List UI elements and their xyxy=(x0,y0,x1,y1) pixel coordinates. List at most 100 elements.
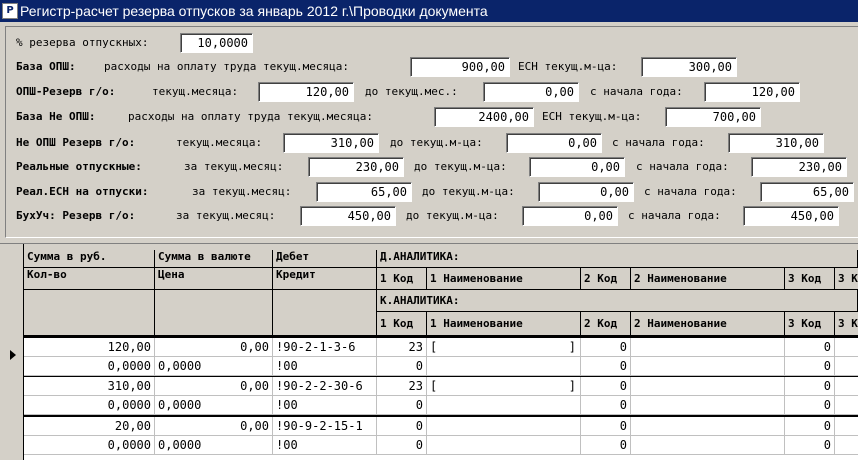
buh-reserve-current-field[interactable]: 450,00 xyxy=(300,206,396,226)
col-header-d-code1[interactable]: 1 Код xyxy=(377,268,427,290)
col-header-credit[interactable]: Кредит xyxy=(273,268,377,290)
postings-grid[interactable]: Сумма в руб. Сумма в валюте Дебет Д.АНАЛ… xyxy=(0,243,858,460)
col-header-sum-rub[interactable]: Сумма в руб. xyxy=(24,250,155,268)
col-header-qty[interactable]: Кол-во xyxy=(24,268,155,290)
cell-k-name1[interactable] xyxy=(427,436,581,455)
not-opsh-reserve-ytd-field[interactable]: 310,00 xyxy=(728,133,824,153)
col-header-d-analytics[interactable]: Д.АНАЛИТИКА: xyxy=(377,250,858,268)
col-header-k-code3[interactable]: 3 Код xyxy=(785,312,835,336)
not-opsh-reserve-prior-field[interactable]: 0,00 xyxy=(506,133,602,153)
cell-k-name1[interactable] xyxy=(427,396,581,415)
col-header-d-name2[interactable]: 2 Наименование xyxy=(631,268,785,290)
cell-sum-cur[interactable]: 0,00 xyxy=(155,417,273,436)
cell-d-code1[interactable]: 23 xyxy=(377,338,427,357)
real-vacation-prior-field[interactable]: 0,00 xyxy=(529,157,625,177)
cell-d-code1[interactable]: 0 xyxy=(377,417,427,436)
cell-qty[interactable]: 0,0000 xyxy=(24,396,155,415)
buh-reserve-prior-field[interactable]: 0,00 xyxy=(522,206,618,226)
col-header-d-name1[interactable]: 1 Наименование xyxy=(427,268,581,290)
base-opsh-labor-field[interactable]: 900,00 xyxy=(410,57,510,77)
cell-sum-cur[interactable]: 0,00 xyxy=(155,338,273,357)
cell-k-name2[interactable] xyxy=(631,357,785,376)
cell-k-code2[interactable]: 0 xyxy=(581,357,631,376)
cell-qty[interactable]: 0,0000 xyxy=(24,357,155,376)
cell-debit[interactable]: !90-2-2-30-6 xyxy=(273,377,377,396)
col-header-sum-cur[interactable]: Сумма в валюте xyxy=(155,250,273,268)
cell-k-code3-cut[interactable] xyxy=(835,436,858,455)
cell-debit[interactable]: !90-2-1-3-6 xyxy=(273,338,377,357)
cell-d-code1[interactable]: 23 xyxy=(377,377,427,396)
cell-k-code1[interactable]: 0 xyxy=(377,357,427,376)
cell-qty[interactable]: 0,0000 xyxy=(24,436,155,455)
col-header-k-analytics[interactable]: К.АНАЛИТИКА: xyxy=(377,290,858,312)
cell-sum-rub[interactable]: 20,00 xyxy=(24,417,155,436)
cell-k-name2[interactable] xyxy=(631,396,785,415)
opsh-reserve-current-field[interactable]: 120,00 xyxy=(258,82,354,102)
cell-d-name2[interactable] xyxy=(631,417,785,436)
base-not-opsh-labor-field[interactable]: 2400,00 xyxy=(434,107,534,127)
col-header-price[interactable]: Цена xyxy=(155,268,273,290)
base-not-opsh-esn-field[interactable]: 700,00 xyxy=(665,107,761,127)
col-header-d-code2[interactable]: 2 Код xyxy=(581,268,631,290)
cell-k-code3[interactable]: 0 xyxy=(785,436,835,455)
cell-d-code2[interactable]: 0 xyxy=(581,377,631,396)
real-vacation-current-field[interactable]: 230,00 xyxy=(308,157,404,177)
cell-credit[interactable]: !00 xyxy=(273,357,377,376)
cell-debit[interactable]: !90-9-2-15-1 xyxy=(273,417,377,436)
app-icon[interactable]: P xyxy=(2,3,18,19)
opsh-reserve-prior-field[interactable]: 0,00 xyxy=(483,82,579,102)
cell-price[interactable]: 0,0000 xyxy=(155,396,273,415)
cell-k-code3-cut[interactable] xyxy=(835,396,858,415)
reserve-pct-field[interactable]: 10,0000 xyxy=(180,33,253,53)
base-opsh-esn-field[interactable]: 300,00 xyxy=(641,57,737,77)
col-header-k-name2[interactable]: 2 Наименование xyxy=(631,312,785,336)
cell-d-code3[interactable]: 0 xyxy=(785,377,835,396)
cell-k-code3-cut[interactable] xyxy=(835,357,858,376)
real-esn-prior-field[interactable]: 0,00 xyxy=(538,182,634,202)
cell-k-code3[interactable]: 0 xyxy=(785,357,835,376)
cell-k-name2[interactable] xyxy=(631,436,785,455)
buh-reserve-ytd-field[interactable]: 450,00 xyxy=(743,206,839,226)
cell-credit[interactable]: !00 xyxy=(273,396,377,415)
col-header-d-code3[interactable]: 3 Код xyxy=(785,268,835,290)
cell-d-code2[interactable]: 0 xyxy=(581,417,631,436)
col-header-k-code1[interactable]: 1 Код xyxy=(377,312,427,336)
cell-d-name2[interactable] xyxy=(631,377,785,396)
real-vacation-label2: до текущ.м-ца: xyxy=(414,160,507,173)
cell-k-code2[interactable]: 0 xyxy=(581,396,631,415)
real-esn-label2: до текущ.м-ца: xyxy=(422,185,515,198)
col-header-k-code3-cut[interactable]: 3 К xyxy=(835,312,858,336)
cell-k-code2[interactable]: 0 xyxy=(581,436,631,455)
cell-d-code3[interactable]: 0 xyxy=(785,338,835,357)
real-esn-current-field[interactable]: 65,00 xyxy=(316,182,412,202)
col-header-debit[interactable]: Дебет xyxy=(273,250,377,268)
cell-d-code3-cut[interactable] xyxy=(835,338,858,357)
not-opsh-reserve-title: Не ОПШ Резерв г/о: xyxy=(16,136,136,149)
opsh-reserve-ytd-field[interactable]: 120,00 xyxy=(704,82,800,102)
real-esn-ytd-field[interactable]: 65,00 xyxy=(760,182,854,202)
cell-k-code1[interactable]: 0 xyxy=(377,396,427,415)
cell-k-code3[interactable]: 0 xyxy=(785,396,835,415)
cell-d-name1[interactable]: [] xyxy=(427,377,581,396)
cell-sum-cur[interactable]: 0,00 xyxy=(155,377,273,396)
cell-price[interactable]: 0,0000 xyxy=(155,436,273,455)
cell-d-code3-cut[interactable] xyxy=(835,417,858,436)
cell-d-name1[interactable] xyxy=(427,417,581,436)
cell-k-name1[interactable] xyxy=(427,357,581,376)
col-header-k-code2[interactable]: 2 Код xyxy=(581,312,631,336)
real-vacation-ytd-field[interactable]: 230,00 xyxy=(751,157,847,177)
cell-sum-rub[interactable]: 120,00 xyxy=(24,338,155,357)
cell-d-name2[interactable] xyxy=(631,338,785,357)
not-opsh-reserve-current-field[interactable]: 310,00 xyxy=(283,133,379,153)
cell-d-name1[interactable]: [] xyxy=(427,338,581,357)
cell-d-code3-cut[interactable] xyxy=(835,377,858,396)
window-title: Регистр-расчет резерва отпусков за январ… xyxy=(20,3,488,19)
cell-k-code1[interactable]: 0 xyxy=(377,436,427,455)
cell-d-code3[interactable]: 0 xyxy=(785,417,835,436)
col-header-d-code3-cut[interactable]: 3 К xyxy=(835,268,858,290)
cell-d-code2[interactable]: 0 xyxy=(581,338,631,357)
cell-sum-rub[interactable]: 310,00 xyxy=(24,377,155,396)
col-header-k-name1[interactable]: 1 Наименование xyxy=(427,312,581,336)
cell-credit[interactable]: !00 xyxy=(273,436,377,455)
cell-price[interactable]: 0,0000 xyxy=(155,357,273,376)
